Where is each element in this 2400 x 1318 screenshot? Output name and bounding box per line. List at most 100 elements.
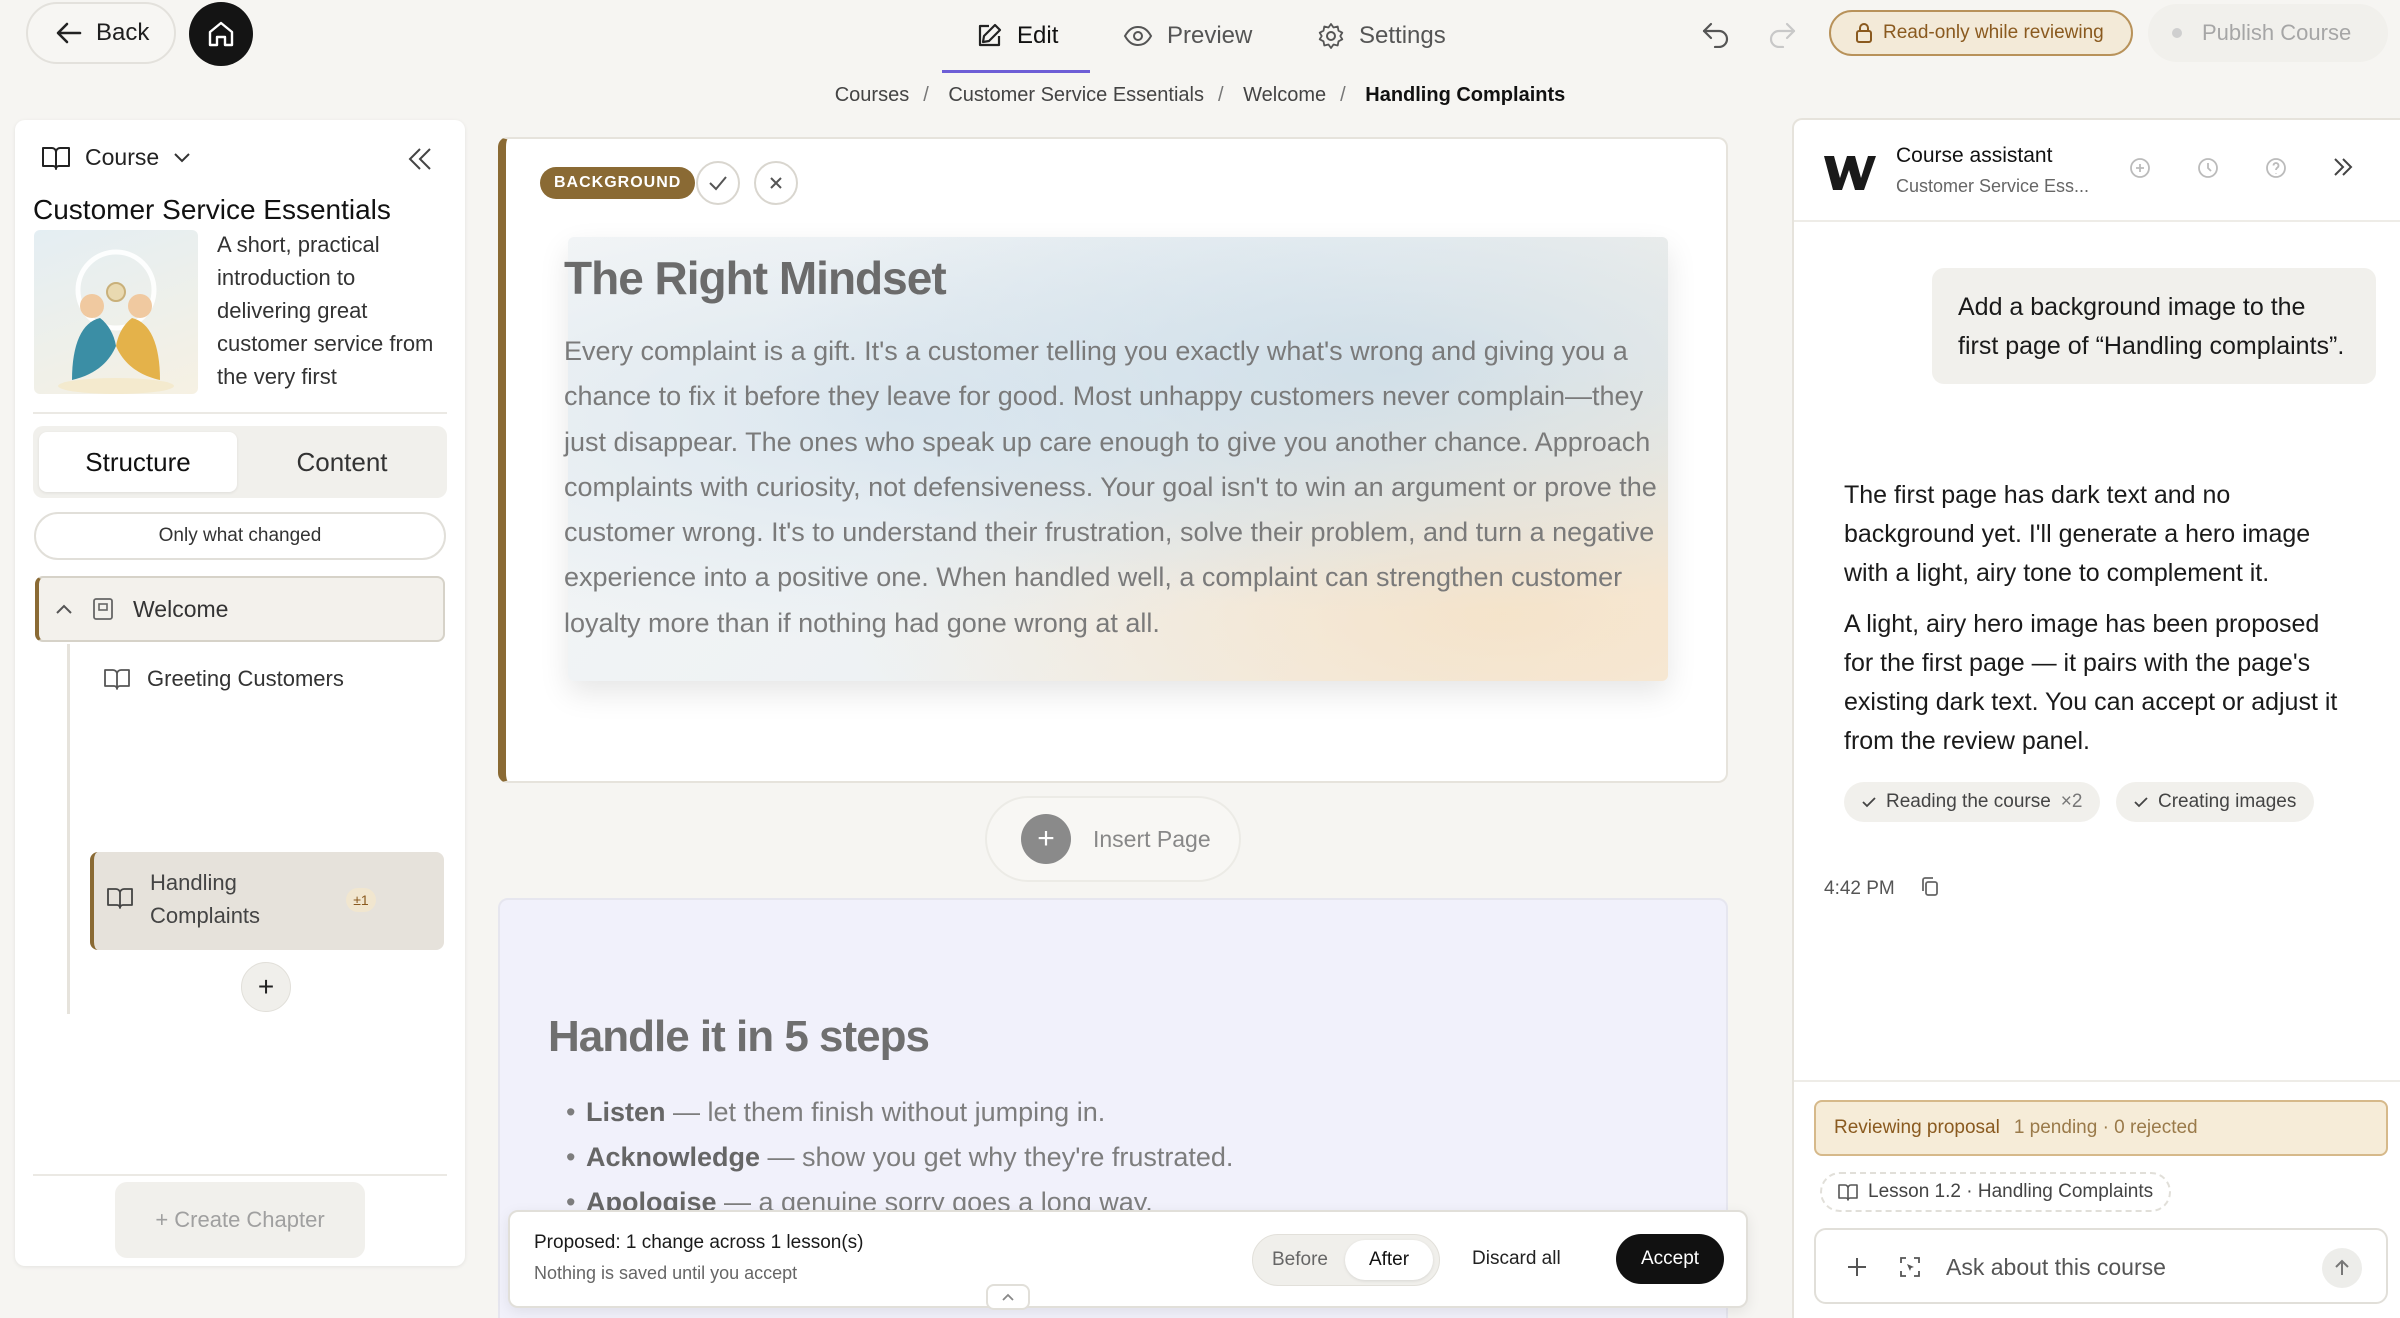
home-icon: [206, 19, 236, 49]
chapter-label: Welcome: [133, 595, 229, 622]
change-count-badge: ±1: [346, 888, 376, 912]
lesson-item-handling-complaints[interactable]: Handling Complaints ±1: [90, 852, 444, 950]
breadcrumb-current: Handling Complaints: [1365, 84, 1566, 106]
chapter-item-welcome[interactable]: Welcome: [35, 576, 445, 642]
send-button[interactable]: [2322, 1248, 2362, 1288]
reviewing-proposal-banner[interactable]: Reviewing proposal 1 pending · 0 rejecte…: [1814, 1100, 2388, 1156]
step-text: — show you get why they're frustrated.: [760, 1142, 1234, 1172]
course-assistant-panel: Course assistant Customer Service Ess...…: [1792, 118, 2400, 1318]
plus-icon: +: [1021, 814, 1071, 864]
context-lesson-chip[interactable]: Lesson 1.2 · Handling Complaints: [1820, 1172, 2172, 1212]
history-icon[interactable]: [2196, 156, 2220, 180]
insert-page-button[interactable]: + Insert Page: [985, 796, 1241, 882]
reviewing-label: Reviewing proposal: [1834, 1117, 2000, 1138]
change-type-tag: BACKGROUND: [540, 167, 696, 199]
redo-button[interactable]: [1764, 16, 1800, 52]
tab-structure[interactable]: Structure: [39, 432, 237, 492]
divider: [1794, 1080, 2400, 1082]
page-title: The Right Mindset: [564, 252, 947, 304]
copy-button[interactable]: [1920, 876, 1940, 898]
step-term: Listen: [586, 1097, 666, 1127]
tree-connector: [67, 644, 70, 1014]
create-chapter-button[interactable]: + Create Chapter: [115, 1182, 365, 1258]
lesson-label: Greeting Customers: [147, 666, 344, 691]
tab-settings-label: Settings: [1359, 22, 1446, 49]
proposal-subtitle: Nothing is saved until you accept: [534, 1263, 798, 1283]
course-title: Customer Service Essentials: [33, 194, 391, 225]
lesson-chip-label: Lesson 1.2 · Handling Complaints: [1868, 1181, 2154, 1202]
breadcrumb-item[interactable]: Courses: [835, 84, 909, 106]
breadcrumb-item[interactable]: Welcome: [1243, 84, 1326, 106]
gear-icon: [1317, 22, 1345, 50]
assistant-message: The first page has dark text and no back…: [1844, 476, 2344, 761]
reviewing-stats: 1 pending · 0 rejected: [2013, 1117, 2198, 1138]
discard-all-button[interactable]: Discard all: [1472, 1248, 1561, 1270]
course-dropdown[interactable]: Course: [41, 144, 191, 171]
publish-label: Publish Course: [2202, 20, 2352, 45]
chevrons-left-icon: [407, 146, 433, 172]
pencil-icon: [975, 22, 1003, 50]
undo-button[interactable]: [1698, 16, 1734, 52]
lesson-item-greeting-customers[interactable]: Greeting Customers: [103, 666, 344, 692]
expand-review-bar-button[interactable]: [986, 1284, 1030, 1310]
undo-icon: [1701, 20, 1731, 48]
new-chat-icon[interactable]: [2128, 156, 2152, 180]
chapter-icon: [91, 597, 115, 621]
tab-edit[interactable]: Edit: [975, 0, 1058, 72]
check-icon: [1862, 796, 1876, 808]
lesson-page-1[interactable]: BACKGROUND The Right Mindset Every compl…: [498, 137, 1728, 783]
reject-change-button[interactable]: [754, 161, 798, 205]
sidebar-view-toggle: Structure Content: [33, 426, 447, 498]
course-sidebar: Course Customer Service Essentials A sho…: [15, 120, 465, 1266]
arrow-up-icon: [2334, 1259, 2350, 1277]
tool-chip-creating-images[interactable]: Creating images: [2116, 782, 2315, 822]
tab-content[interactable]: Content: [243, 432, 441, 492]
active-tab-indicator: [942, 70, 1090, 73]
steps-list: Listen — let them finish without jumping…: [566, 1090, 1233, 1225]
collapse-sidebar-button[interactable]: [407, 146, 433, 172]
redo-icon: [1767, 20, 1797, 48]
select-element-icon[interactable]: [1898, 1255, 1922, 1279]
after-button[interactable]: After: [1345, 1240, 1433, 1280]
breadcrumb-item[interactable]: Customer Service Essentials: [948, 84, 1204, 106]
tool-chip-reading[interactable]: Reading the course ×2: [1844, 782, 2101, 822]
chip-count: ×2: [2060, 791, 2083, 812]
step-term: Acknowledge: [586, 1142, 761, 1172]
home-button[interactable]: [189, 2, 253, 66]
check-icon: [708, 175, 728, 191]
tab-settings[interactable]: Settings: [1317, 0, 1446, 72]
ask-input-box[interactable]: Ask about this course: [1814, 1228, 2388, 1304]
help-icon[interactable]: [2264, 156, 2288, 180]
accept-button[interactable]: Accept: [1616, 1234, 1724, 1284]
tab-edit-label: Edit: [1017, 22, 1059, 49]
publish-course-button[interactable]: Publish Course: [2148, 4, 2388, 62]
divider: [33, 1174, 447, 1176]
lock-icon: [1855, 22, 1873, 44]
lesson-label: Handling Complaints: [150, 870, 261, 928]
user-message: Add a background image to the first page…: [1932, 268, 2376, 384]
book-open-icon: [106, 886, 134, 910]
chevron-up-icon: [55, 603, 73, 615]
add-lesson-button[interactable]: +: [241, 962, 291, 1012]
readonly-badge: Read-only while reviewing: [1829, 10, 2133, 56]
list-item: Listen — let them finish without jumping…: [566, 1090, 1233, 1135]
chevron-down-icon: [173, 152, 191, 164]
course-thumbnail: [34, 230, 198, 394]
proposal-title: Proposed: 1 change across 1 lesson(s): [534, 1232, 864, 1253]
attach-plus-icon[interactable]: [1846, 1256, 1868, 1278]
before-button[interactable]: Before: [1259, 1240, 1341, 1280]
proposal-review-bar: Proposed: 1 change across 1 lesson(s) No…: [508, 1210, 1748, 1308]
book-open-icon: [1838, 1183, 1858, 1201]
accept-change-button[interactable]: [696, 161, 740, 205]
back-button[interactable]: Back: [26, 2, 176, 64]
divider: [1794, 220, 2400, 222]
chevron-up-icon: [1001, 1292, 1015, 1302]
list-item: Acknowledge — show you get why they're f…: [566, 1135, 1233, 1180]
assistant-subtitle: Customer Service Ess...: [1896, 176, 2090, 196]
tab-preview[interactable]: Preview: [1123, 0, 1252, 72]
eye-icon: [1123, 25, 1153, 47]
chevrons-right-icon[interactable]: [2332, 156, 2354, 180]
back-label: Back: [96, 19, 150, 46]
only-changed-filter[interactable]: Only what changed: [34, 512, 446, 560]
ask-input-placeholder: Ask about this course: [1946, 1254, 2166, 1280]
